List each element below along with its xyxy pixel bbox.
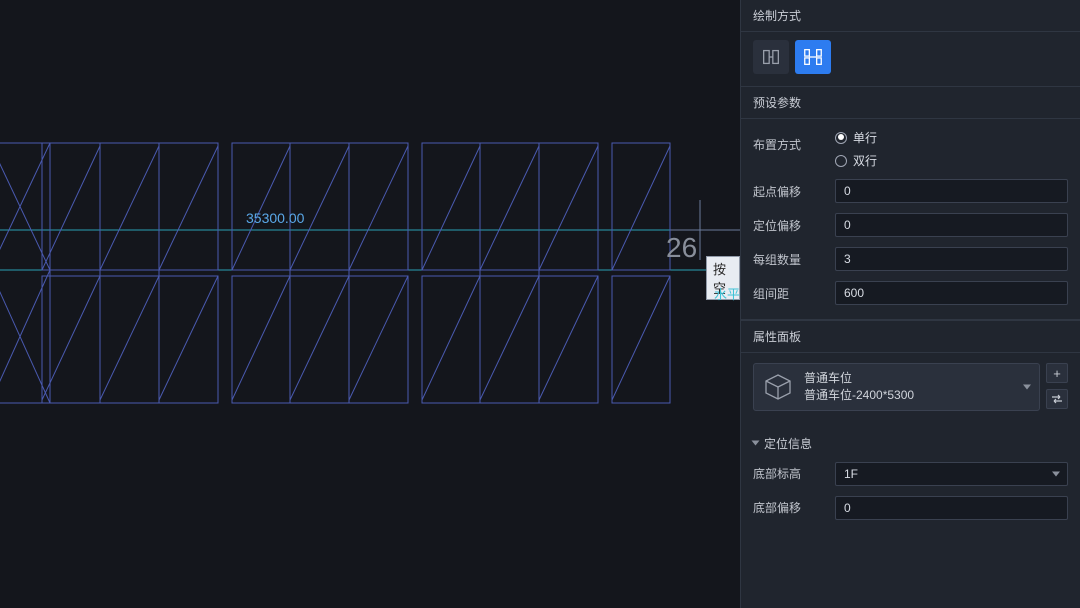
preset-header: 预设参数 <box>741 87 1080 119</box>
chevron-down-icon <box>752 441 760 446</box>
start-offset-input[interactable] <box>835 179 1068 203</box>
swap-component-button[interactable] <box>1046 389 1068 409</box>
radio-single-label: 单行 <box>853 129 877 146</box>
position-section-toggle[interactable]: 定位信息 <box>741 425 1080 460</box>
mode-single-icon[interactable] <box>753 40 789 74</box>
cube-icon <box>762 371 794 403</box>
side-panel: 绘制方式 预设参数 布置方式 单行 双行 <box>740 0 1080 608</box>
group-gap-input[interactable] <box>835 281 1068 305</box>
dimension-label: 35300.00 <box>246 210 304 226</box>
props-header: 属性面板 <box>741 320 1080 353</box>
component-selector[interactable]: 普通车位 普通车位-2400*5300 <box>753 363 1040 411</box>
draw-mode-icons <box>741 32 1080 87</box>
mode-double-icon[interactable] <box>795 40 831 74</box>
layout-label: 布置方式 <box>753 129 835 153</box>
group-count-input[interactable] <box>835 247 1068 271</box>
pos-offset-input[interactable] <box>835 213 1068 237</box>
position-section-label: 定位信息 <box>764 435 812 452</box>
bottom-level-select[interactable]: 1F <box>835 462 1068 486</box>
preset-body: 布置方式 单行 双行 起点偏移 定位偏移 <box>741 119 1080 320</box>
app-root: 35300.00 26 按空 水平 绘制方式 预设参数 布置方式 单行 <box>0 0 1080 608</box>
bottom-level-label: 底部标高 <box>753 465 835 482</box>
radio-checked-icon <box>835 132 847 144</box>
group-count-label: 每组数量 <box>753 251 835 268</box>
canvas-area[interactable]: 35300.00 26 按空 水平 <box>0 0 740 608</box>
position-section-body: 底部标高 1F 底部偏移 <box>741 460 1080 534</box>
draw-mode-header: 绘制方式 <box>741 0 1080 32</box>
pos-offset-label: 定位偏移 <box>753 217 835 234</box>
component-name: 普通车位 <box>804 370 914 387</box>
props-body: 普通车位 普通车位-2400*5300 + <box>741 353 1080 425</box>
radio-single-row[interactable]: 单行 <box>835 129 877 146</box>
start-offset-label: 起点偏移 <box>753 183 835 200</box>
add-component-button[interactable]: + <box>1046 363 1068 383</box>
count-number: 26 <box>666 232 697 264</box>
horizontal-label: 水平 <box>714 284 740 303</box>
radio-double-label: 双行 <box>853 152 877 169</box>
radio-double-row[interactable]: 双行 <box>835 152 877 169</box>
bottom-offset-input[interactable] <box>835 496 1068 520</box>
group-gap-label: 组间距 <box>753 285 835 302</box>
radio-unchecked-icon <box>835 155 847 167</box>
component-detail: 普通车位-2400*5300 <box>804 387 914 404</box>
drawing-canvas <box>0 0 740 608</box>
bottom-offset-label: 底部偏移 <box>753 499 835 516</box>
